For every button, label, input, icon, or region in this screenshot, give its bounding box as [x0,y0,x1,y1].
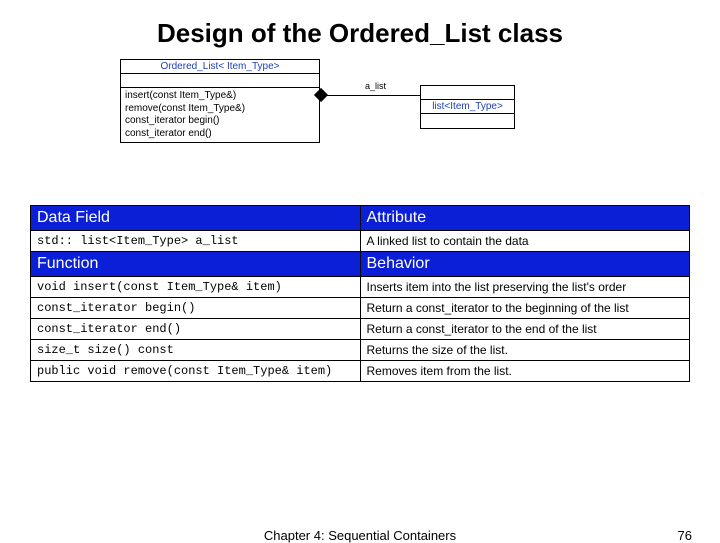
page-number: 76 [678,528,692,543]
uml-attr-empty [121,74,319,88]
association-label: a_list [365,81,386,91]
header-data-field: Data Field [31,206,361,231]
header-attribute: Attribute [360,206,690,231]
cell-function: size_t size() const [31,340,361,361]
slide-title: Design of the Ordered_List class [0,0,720,59]
cell-behavior: Returns the size of the list. [360,340,690,361]
cell-function: const_iterator end() [31,319,361,340]
spec-table: Data Field Attribute std:: list<Item_Typ… [30,205,690,382]
table-row: void insert(const Item_Type& item) Inser… [31,277,690,298]
uml-class-list: list<Item_Type> [420,85,515,129]
cell-behavior: Return a const_iterator to the beginning… [360,298,690,319]
footer-chapter: Chapter 4: Sequential Containers [0,528,720,543]
uml-class-name: Ordered_List< Item_Type> [121,60,319,74]
table-row: const_iterator begin() Return a const_it… [31,298,690,319]
table-row: const_iterator end() Return a const_iter… [31,319,690,340]
cell-behavior: Inserts item into the list preserving th… [360,277,690,298]
cell-attribute: A linked list to contain the data [360,231,690,252]
cell-function: void insert(const Item_Type& item) [31,277,361,298]
cell-function: const_iterator begin() [31,298,361,319]
cell-behavior: Return a const_iterator to the end of th… [360,319,690,340]
uml-operations: insert(const Item_Type&) remove(const It… [121,88,319,142]
association-line [320,95,420,96]
table-row: size_t size() const Returns the size of … [31,340,690,361]
table-row: std:: list<Item_Type> a_list A linked li… [31,231,690,252]
uml-right-empty1 [421,86,514,100]
uml-class-ordered-list: Ordered_List< Item_Type> insert(const It… [120,59,320,143]
uml-class-name: list<Item_Type> [421,100,514,114]
table-row: public void remove(const Item_Type& item… [31,361,690,382]
uml-right-empty2 [421,114,514,128]
cell-function: public void remove(const Item_Type& item… [31,361,361,382]
header-behavior: Behavior [360,252,690,277]
cell-data-field: std:: list<Item_Type> a_list [31,231,361,252]
uml-diagram: Ordered_List< Item_Type> insert(const It… [120,59,720,199]
cell-behavior: Removes item from the list. [360,361,690,382]
header-function: Function [31,252,361,277]
